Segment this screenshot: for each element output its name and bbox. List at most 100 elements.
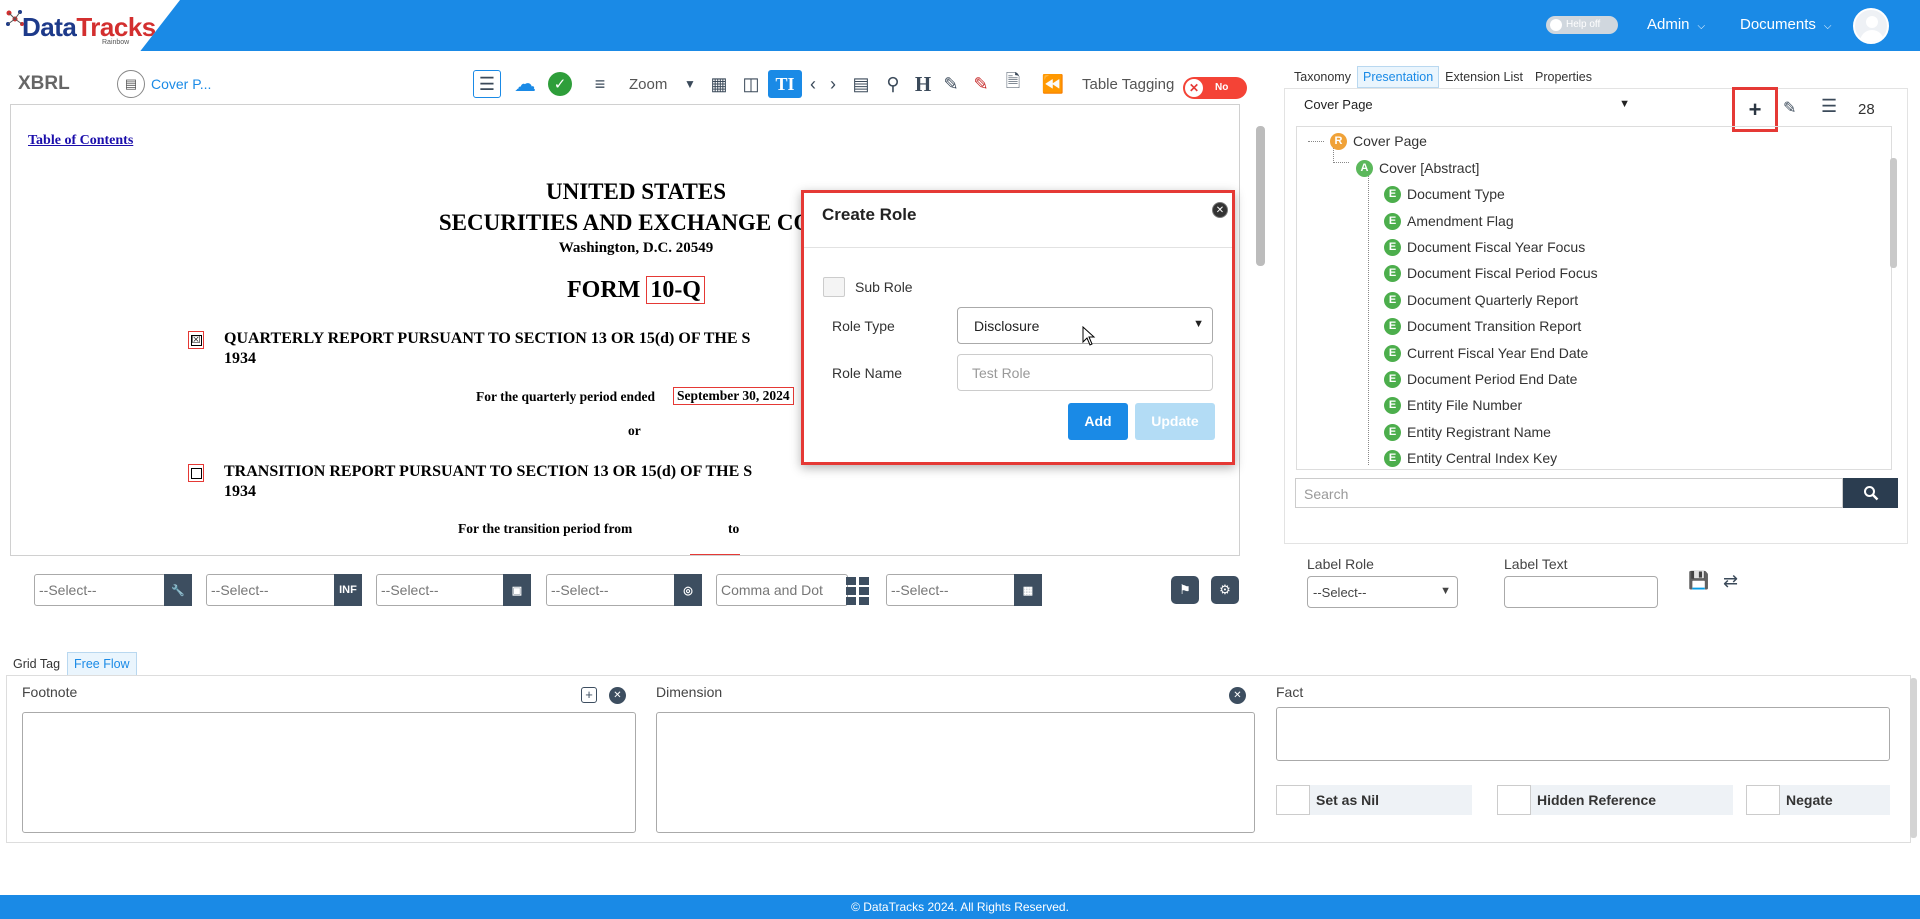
set-as-nil-checkbox[interactable]: Set as Nil xyxy=(1276,785,1472,815)
target-icon[interactable]: ◎ xyxy=(674,574,702,606)
tree-item[interactable]: E Document Period End Date xyxy=(1384,368,1577,390)
bottom-scrollbar[interactable] xyxy=(1910,678,1917,838)
document-scrollbar[interactable] xyxy=(1255,112,1265,556)
tree-item[interactable]: A Cover [Abstract] xyxy=(1356,157,1479,179)
form-type-tag[interactable]: 10-Q xyxy=(646,276,705,304)
logo-subtitle: Rainbow xyxy=(102,39,130,46)
tree-item[interactable]: R Cover Page xyxy=(1330,130,1427,152)
tags-icon[interactable]: ⚑ xyxy=(1171,576,1199,604)
bullet-list-icon[interactable]: ≡ xyxy=(588,70,612,98)
highlight-pen-icon[interactable]: ✎ xyxy=(939,70,963,98)
tree-item[interactable]: E Document Fiscal Period Focus xyxy=(1384,262,1598,284)
edit-icon[interactable]: ✎ xyxy=(1783,98,1796,118)
tree-item-label: Document Fiscal Year Focus xyxy=(1407,239,1586,255)
element-badge-icon: E xyxy=(1384,238,1401,256)
tree-item[interactable]: E Entity Registrant Name xyxy=(1384,421,1551,443)
scrollbar-thumb[interactable] xyxy=(1256,126,1265,266)
close-icon[interactable]: ✕ xyxy=(1212,202,1228,218)
add-footnote-icon[interactable]: + xyxy=(581,687,597,703)
quarterly-checkbox-tag[interactable]: ☒ xyxy=(188,331,204,349)
logo[interactable]: DataTracks Rainbow xyxy=(0,0,180,51)
tree-item[interactable]: E Amendment Flag xyxy=(1384,210,1514,232)
cover-page-button[interactable]: ▤ Cover P... xyxy=(117,70,211,98)
add-button[interactable]: Add xyxy=(1068,403,1128,440)
user-avatar[interactable] xyxy=(1853,8,1889,44)
footnote-textarea[interactable] xyxy=(22,712,636,833)
element-badge-icon: E xyxy=(1384,264,1401,282)
list-view-icon[interactable]: ☰ xyxy=(473,70,501,98)
transition-checkbox-tag[interactable] xyxy=(188,464,204,482)
label-text-input[interactable] xyxy=(1504,576,1658,608)
rewind-icon[interactable]: ⏪ xyxy=(1040,70,1066,98)
table-grid-icon[interactable]: ▦ xyxy=(707,70,731,98)
validate-check-icon[interactable]: ✓ xyxy=(548,72,572,96)
table-tagging-toggle[interactable]: ✕ No xyxy=(1183,77,1247,99)
tree-item[interactable]: E Current Fiscal Year End Date xyxy=(1384,342,1588,364)
role-name-input[interactable]: Test Role xyxy=(957,354,1213,391)
number-grid-icon[interactable] xyxy=(845,576,871,606)
quarterly-period-date-tag[interactable]: September 30, 2024 xyxy=(673,387,794,405)
fact-textarea[interactable] xyxy=(1276,707,1890,761)
tree-item[interactable]: E Entity Central Index Key xyxy=(1384,447,1557,469)
hidden-reference-checkbox[interactable]: Hidden Reference xyxy=(1497,785,1733,815)
tab-properties[interactable]: Properties xyxy=(1529,66,1598,88)
search-button[interactable] xyxy=(1843,478,1898,508)
sub-role-checkbox[interactable] xyxy=(823,277,845,297)
filter-select-1[interactable]: --Select-- xyxy=(34,574,166,606)
negate-checkbox[interactable]: Negate xyxy=(1746,785,1890,815)
dimension-area[interactable] xyxy=(656,712,1255,833)
filter-select-4[interactable]: --Select-- xyxy=(546,574,678,606)
inf-button[interactable]: INF xyxy=(334,574,362,606)
filter-select-6[interactable]: --Select-- xyxy=(886,574,1018,606)
wrench-icon[interactable]: 🔧 xyxy=(164,574,192,606)
save-icon[interactable]: 💾 xyxy=(1688,571,1709,591)
help-toggle[interactable]: Help off xyxy=(1546,16,1618,34)
map-pin-icon[interactable]: ⚲ xyxy=(881,70,905,98)
menu-icon[interactable]: ☰ xyxy=(1821,96,1837,117)
admin-menu[interactable]: Admin ⌵ xyxy=(1647,16,1705,33)
swap-icon[interactable]: ⇄ xyxy=(1723,571,1738,592)
tree-item[interactable]: E Entity File Number xyxy=(1384,394,1522,416)
chevron-left-icon[interactable]: ‹ xyxy=(806,70,820,98)
table-of-contents-link[interactable]: Table of Contents xyxy=(28,133,133,149)
tree-item[interactable]: E Document Transition Report xyxy=(1384,315,1581,337)
role-name-label: Role Name xyxy=(832,365,903,381)
checkbox[interactable] xyxy=(1746,785,1780,815)
file-icon[interactable]: 🗎 xyxy=(1001,70,1025,98)
text-tag-icon[interactable]: TI xyxy=(768,70,802,98)
number-format-select[interactable]: Comma and Dot xyxy=(716,574,848,606)
close-icon[interactable]: ✕ xyxy=(609,687,626,704)
filter-select-2[interactable]: --Select-- xyxy=(206,574,338,606)
checkbox[interactable] xyxy=(1276,785,1310,815)
cloud-upload-icon[interactable]: ☁ xyxy=(510,70,540,98)
tree-item-label: Cover Page xyxy=(1353,133,1427,149)
tab-extension-list[interactable]: Extension List xyxy=(1439,66,1529,88)
tree-scrollbar[interactable] xyxy=(1890,128,1898,468)
documents-menu[interactable]: Documents ⌵ xyxy=(1740,16,1831,33)
zoom-dropdown-icon[interactable]: ▼ xyxy=(682,70,698,98)
heading-icon[interactable]: H xyxy=(911,70,935,98)
remove-highlight-icon[interactable]: ✎ xyxy=(969,70,993,98)
settings-icon[interactable]: ⚙ xyxy=(1211,576,1239,604)
split-view-icon[interactable]: ◫ xyxy=(739,70,763,98)
card-icon[interactable]: ▤ xyxy=(849,70,873,98)
label-role-select[interactable]: --Select-- ▼ xyxy=(1307,576,1458,608)
close-icon[interactable]: ✕ xyxy=(1229,687,1246,704)
tab-taxonomy[interactable]: Taxonomy xyxy=(1288,66,1357,88)
role-count: 28 xyxy=(1858,101,1875,118)
tree-item[interactable]: E Document Type xyxy=(1384,183,1505,205)
tree-item[interactable]: E Document Quarterly Report xyxy=(1384,289,1578,311)
chevron-right-icon[interactable]: › xyxy=(826,70,840,98)
tree-item[interactable]: E Document Fiscal Year Focus xyxy=(1384,236,1585,258)
calendar-icon[interactable]: ▦ xyxy=(1014,574,1042,606)
search-input[interactable]: Search xyxy=(1295,478,1843,508)
money-icon[interactable]: ▣ xyxy=(503,574,531,606)
update-button[interactable]: Update xyxy=(1135,403,1215,440)
tab-free-flow[interactable]: Free Flow xyxy=(67,652,137,676)
scrollbar-thumb[interactable] xyxy=(1890,158,1897,268)
filter-select-3[interactable]: --Select-- xyxy=(376,574,508,606)
tab-grid-tag[interactable]: Grid Tag xyxy=(6,652,67,676)
role-select[interactable]: Cover Page ▼ xyxy=(1298,95,1638,117)
tab-presentation[interactable]: Presentation xyxy=(1356,66,1440,88)
checkbox[interactable] xyxy=(1497,785,1531,815)
